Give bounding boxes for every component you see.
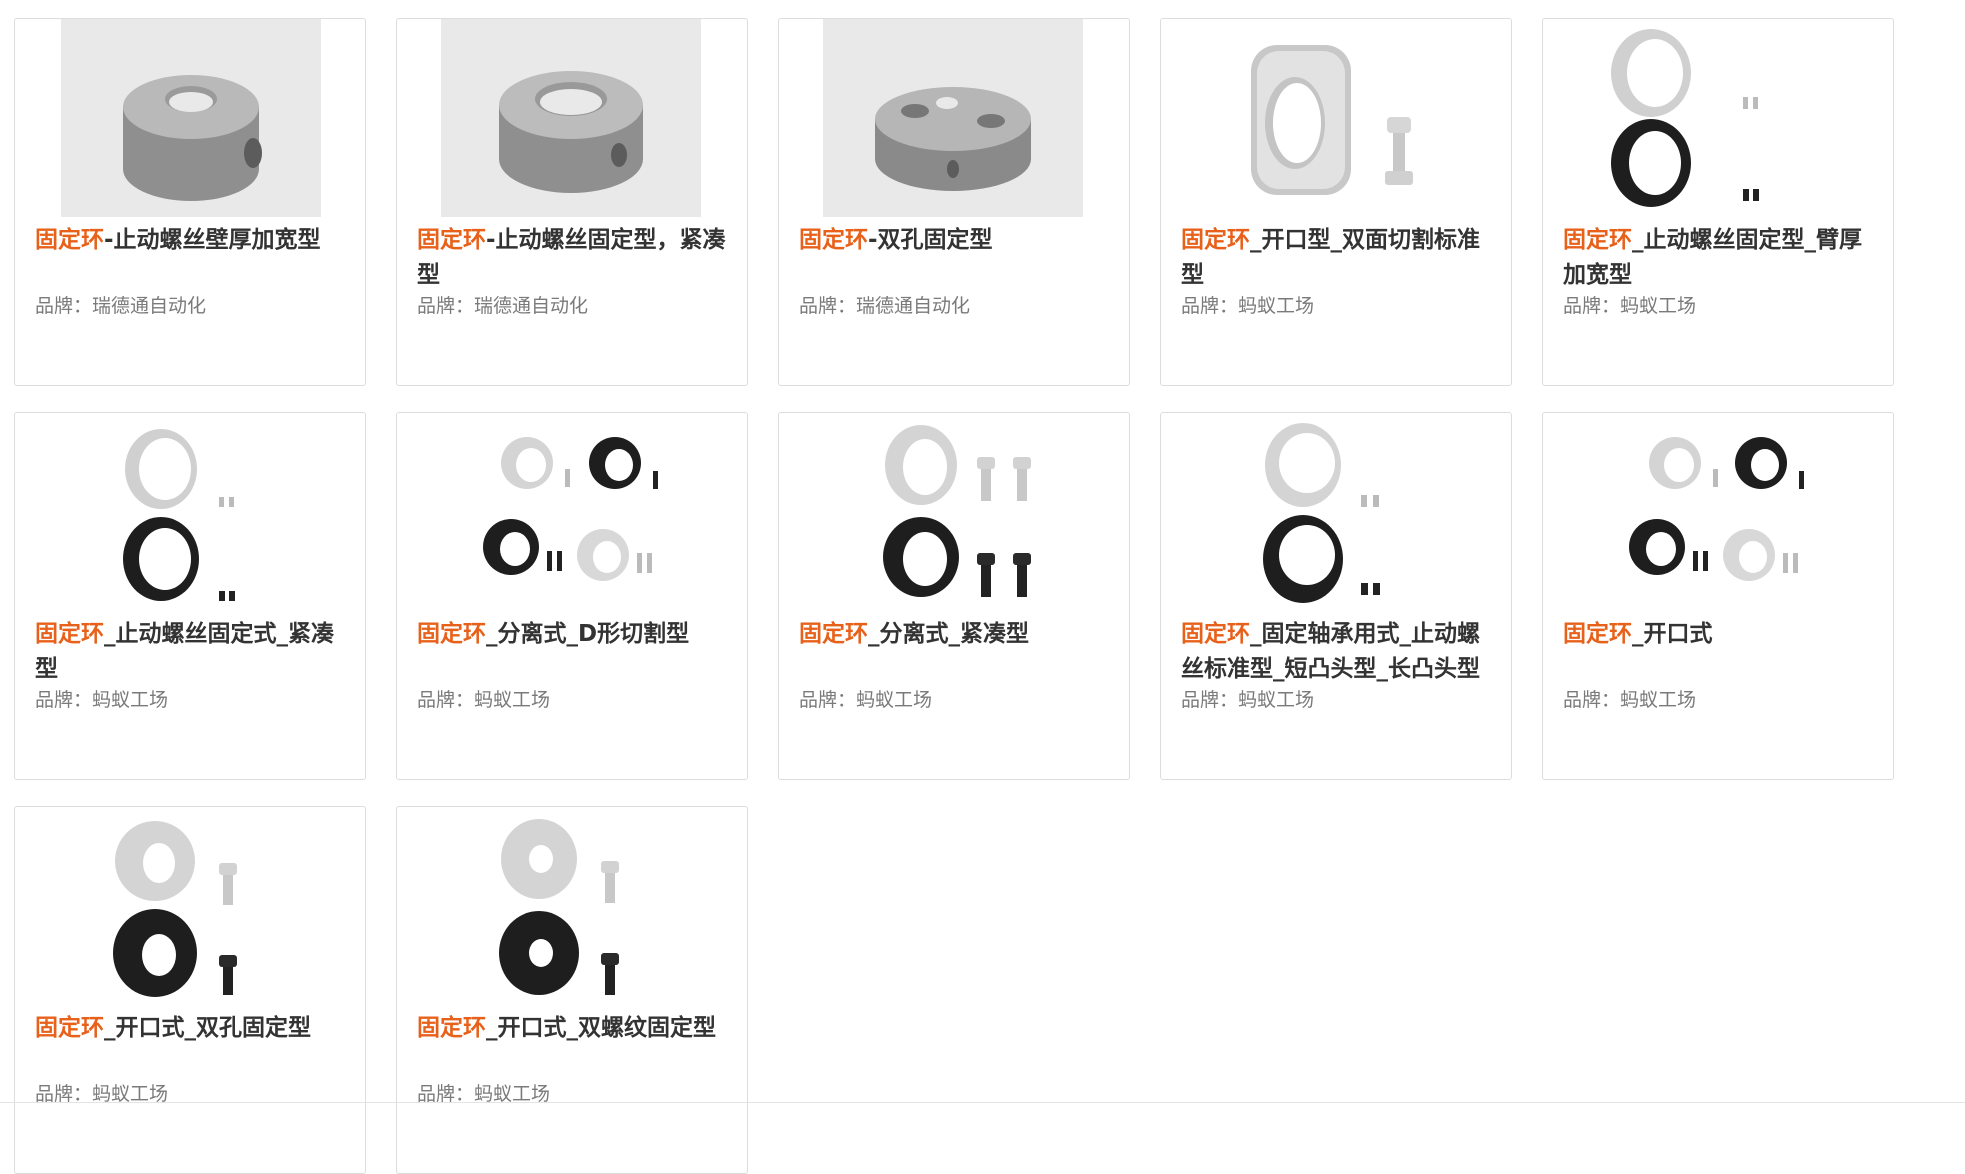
product-card[interactable]: 固定环-止动螺丝壁厚加宽型 品牌：瑞德通自动化	[14, 18, 366, 386]
brand-label: 品牌：	[1563, 689, 1621, 711]
product-grid: 固定环-止动螺丝壁厚加宽型 品牌：瑞德通自动化 固定环-止动螺丝固定型，紧凑型 …	[0, 0, 1965, 1174]
brand-name: 蚂蚁工场	[856, 689, 933, 711]
brand-label: 品牌：	[1181, 295, 1239, 317]
title-keyword: 固定环	[1563, 227, 1632, 253]
title-keyword: 固定环	[799, 227, 868, 253]
silver-black-collar-compact-icon[interactable]	[15, 413, 365, 611]
product-card[interactable]: 固定环-止动螺丝固定型，紧凑型 品牌：瑞德通自动化	[396, 18, 748, 386]
silver-black-collar-set-screws-icon[interactable]	[1543, 19, 1893, 217]
title-keyword: 固定环	[417, 1015, 486, 1041]
open-collar-double-hole-icon[interactable]	[15, 807, 365, 1005]
brand-label: 品牌：	[1563, 295, 1621, 317]
product-title: -双孔固定型	[868, 227, 993, 253]
title-keyword: 固定环	[35, 1015, 104, 1041]
bearing-collar-icon[interactable]	[1161, 413, 1511, 611]
product-card[interactable]: 固定环-双孔固定型 品牌：瑞德通自动化	[778, 18, 1130, 386]
title-keyword: 固定环	[1563, 621, 1632, 647]
title-keyword: 固定环	[417, 621, 486, 647]
d-cut-collar-with-bolt-icon[interactable]	[1161, 19, 1511, 217]
title-keyword: 固定环	[35, 227, 104, 253]
brand-name: 蚂蚁工场	[1238, 295, 1315, 317]
product-card[interactable]: 固定环_开口式 品牌：蚂蚁工场	[1542, 412, 1894, 780]
product-card[interactable]: 固定环_止动螺丝固定型_臂厚加宽型 品牌：蚂蚁工场	[1542, 18, 1894, 386]
product-card[interactable]: 固定环_分离式_紧凑型 品牌：蚂蚁工场	[778, 412, 1130, 780]
brand-label: 品牌：	[799, 295, 857, 317]
title-keyword: 固定环	[799, 621, 868, 647]
brand-label: 品牌：	[417, 295, 475, 317]
product-title: _分离式_D形切割型	[486, 621, 690, 647]
gray-ring-side-hole-icon[interactable]	[15, 19, 365, 217]
brand-label: 品牌：	[417, 689, 475, 711]
brand-label: 品牌：	[35, 689, 93, 711]
product-title: -止动螺丝壁厚加宽型	[104, 227, 321, 253]
brand-name: 蚂蚁工场	[92, 689, 169, 711]
page-divider	[0, 1102, 1965, 1103]
open-collar-double-thread-icon[interactable]	[397, 807, 747, 1005]
split-collar-bolts-icon[interactable]	[779, 413, 1129, 611]
product-card[interactable]: 固定环_固定轴承用式_止动螺丝标准型_短凸头型_长凸头型 品牌：蚂蚁工场	[1160, 412, 1512, 780]
brand-label: 品牌：	[35, 295, 93, 317]
title-keyword: 固定环	[1181, 621, 1250, 647]
brand-label: 品牌：	[1181, 689, 1239, 711]
product-card[interactable]: 固定环_开口型_双面切割标准型 品牌：蚂蚁工场	[1160, 18, 1512, 386]
title-keyword: 固定环	[35, 621, 104, 647]
brand-name: 蚂蚁工场	[1620, 689, 1697, 711]
split-collar-four-variant-icon[interactable]	[397, 413, 747, 611]
title-keyword: 固定环	[417, 227, 486, 253]
brand-name: 瑞德通自动化	[856, 295, 971, 317]
product-card[interactable]: 固定环_止动螺丝固定式_紧凑型 品牌：蚂蚁工场	[14, 412, 366, 780]
product-title: _开口式_双螺纹固定型	[486, 1015, 716, 1041]
product-title: _开口式	[1632, 621, 1713, 647]
brand-name: 蚂蚁工场	[1238, 689, 1315, 711]
open-collar-four-variant-icon[interactable]	[1543, 413, 1893, 611]
product-title: _开口式_双孔固定型	[104, 1015, 311, 1041]
brand-name: 蚂蚁工场	[474, 689, 551, 711]
brand-name: 蚂蚁工场	[1620, 295, 1697, 317]
product-card[interactable]: 固定环_开口式_双螺纹固定型 品牌：蚂蚁工场	[396, 806, 748, 1174]
product-title: _分离式_紧凑型	[868, 621, 1029, 647]
brand-label: 品牌：	[799, 689, 857, 711]
product-card[interactable]: 固定环_分离式_D形切割型 品牌：蚂蚁工场	[396, 412, 748, 780]
gray-ring-double-hole-icon[interactable]	[779, 19, 1129, 217]
gray-ring-compact-icon[interactable]	[397, 19, 747, 217]
brand-name: 瑞德通自动化	[92, 295, 207, 317]
title-keyword: 固定环	[1181, 227, 1250, 253]
brand-name: 瑞德通自动化	[474, 295, 589, 317]
product-card[interactable]: 固定环_开口式_双孔固定型 品牌：蚂蚁工场	[14, 806, 366, 1174]
